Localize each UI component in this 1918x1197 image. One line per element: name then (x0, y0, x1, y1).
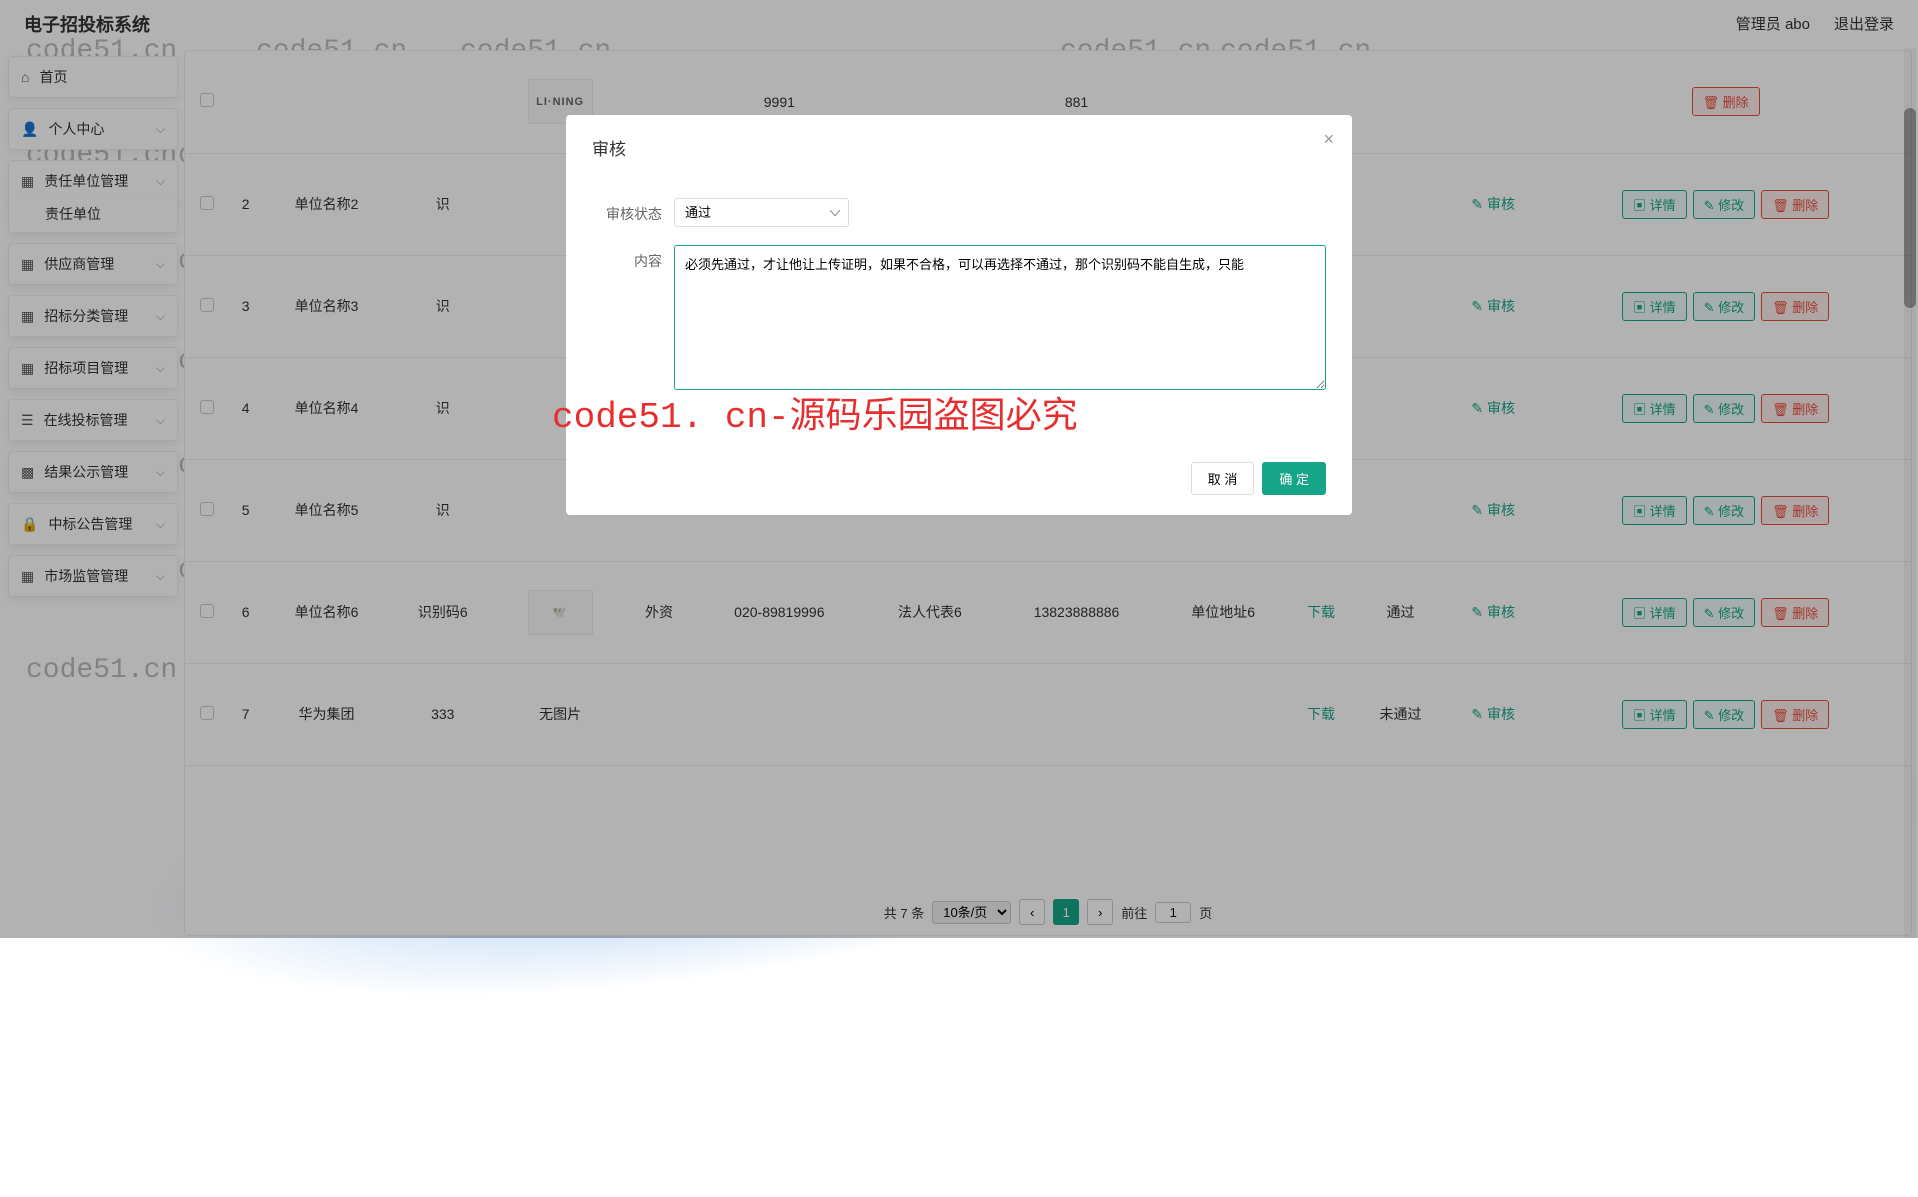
cancel-button[interactable]: 取 消 (1191, 462, 1255, 495)
close-icon[interactable]: × (1323, 129, 1334, 150)
audit-modal: 审核 × 审核状态 通过 内容 取 消 确 定 (566, 115, 1352, 515)
confirm-button[interactable]: 确 定 (1262, 462, 1326, 495)
modal-title: 审核 (592, 135, 1326, 160)
audit-state-label: 审核状态 (592, 198, 662, 227)
audit-content-textarea[interactable] (674, 245, 1326, 390)
modal-overlay[interactable]: 审核 × 审核状态 通过 内容 取 消 确 定 (0, 0, 1918, 938)
audit-content-label: 内容 (592, 245, 662, 390)
audit-state-select[interactable]: 通过 (674, 198, 849, 227)
